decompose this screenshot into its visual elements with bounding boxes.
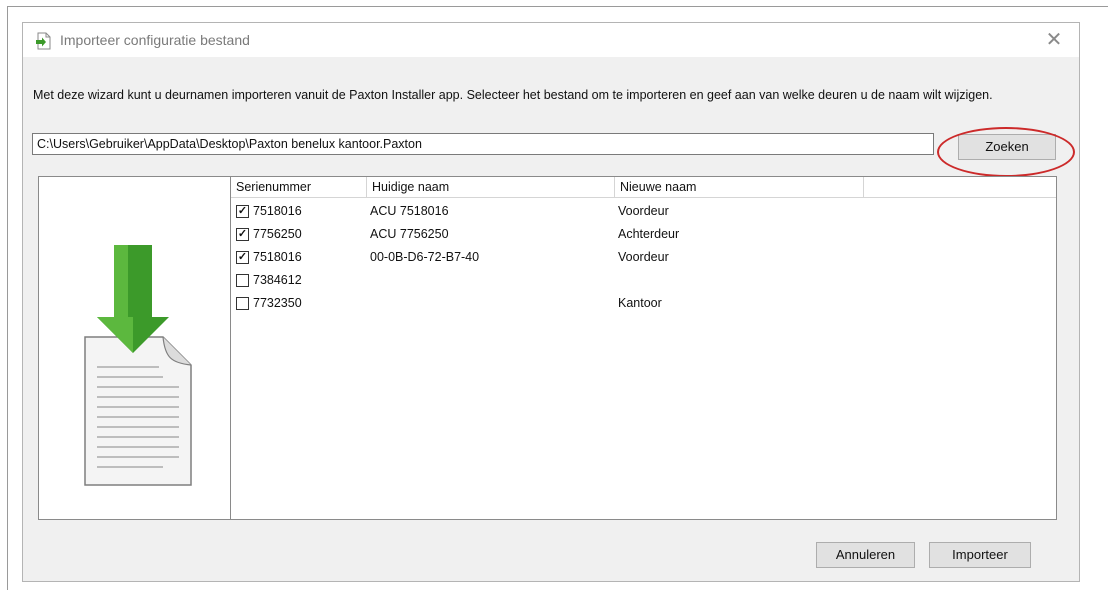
file-path-input[interactable]: [32, 133, 934, 155]
table-row[interactable]: 7732350 Kantoor: [231, 293, 1056, 316]
title-bar: Importeer configuratie bestand ✕: [23, 23, 1079, 57]
column-header-empty[interactable]: [864, 177, 1056, 198]
row-checkbox[interactable]: ✓: [236, 228, 249, 241]
row-checkbox[interactable]: ✓: [236, 251, 249, 264]
serial-number-cell: 7756250: [253, 227, 302, 241]
door-list[interactable]: Serienummer Huidige naam Nieuwe naam ✓ 75…: [230, 176, 1057, 520]
table-row[interactable]: ✓ 7518016 00-0B-D6-72-B7-40 Voordeur: [231, 247, 1056, 270]
illustration-panel: [38, 176, 234, 520]
close-icon[interactable]: ✕: [1043, 29, 1065, 51]
new-name-cell[interactable]: Voordeur: [618, 204, 669, 218]
cancel-button[interactable]: Annuleren: [816, 542, 915, 568]
serial-number-cell: 7732350: [253, 296, 302, 310]
new-name-cell[interactable]: Kantoor: [618, 296, 662, 310]
intro-text: Met deze wizard kunt u deurnamen importe…: [33, 88, 993, 102]
list-header: Serienummer Huidige naam Nieuwe naam: [231, 177, 1056, 198]
row-checkbox[interactable]: [236, 274, 249, 287]
serial-number-cell: 7518016: [253, 250, 302, 264]
column-header-current-name[interactable]: Huidige naam: [367, 177, 615, 198]
search-button[interactable]: Zoeken: [958, 134, 1056, 160]
current-name-cell: ACU 7518016: [370, 204, 449, 218]
row-checkbox[interactable]: ✓: [236, 205, 249, 218]
download-document-icon: [84, 245, 192, 486]
table-row[interactable]: 7384612: [231, 270, 1056, 293]
table-row[interactable]: ✓ 7518016 ACU 7518016 Voordeur: [231, 201, 1056, 224]
import-dialog: Importeer configuratie bestand ✕ Met dez…: [22, 22, 1080, 582]
new-name-cell[interactable]: Achterdeur: [618, 227, 679, 241]
serial-number-cell: 7518016: [253, 204, 302, 218]
serial-number-cell: 7384612: [253, 273, 302, 287]
current-name-cell: ACU 7756250: [370, 227, 449, 241]
row-checkbox[interactable]: [236, 297, 249, 310]
table-row[interactable]: ✓ 7756250 ACU 7756250 Achterdeur: [231, 224, 1056, 247]
current-name-cell: 00-0B-D6-72-B7-40: [370, 250, 480, 264]
window-title: Importeer configuratie bestand: [60, 32, 250, 48]
list-body: ✓ 7518016 ACU 7518016 Voordeur ✓ 7756250 ACU 7…: [231, 201, 1056, 316]
import-file-icon: [36, 32, 51, 50]
new-name-cell[interactable]: Voordeur: [618, 250, 669, 264]
import-button[interactable]: Importeer: [929, 542, 1031, 568]
column-header-new-name[interactable]: Nieuwe naam: [615, 177, 864, 198]
column-header-serial[interactable]: Serienummer: [231, 177, 367, 198]
